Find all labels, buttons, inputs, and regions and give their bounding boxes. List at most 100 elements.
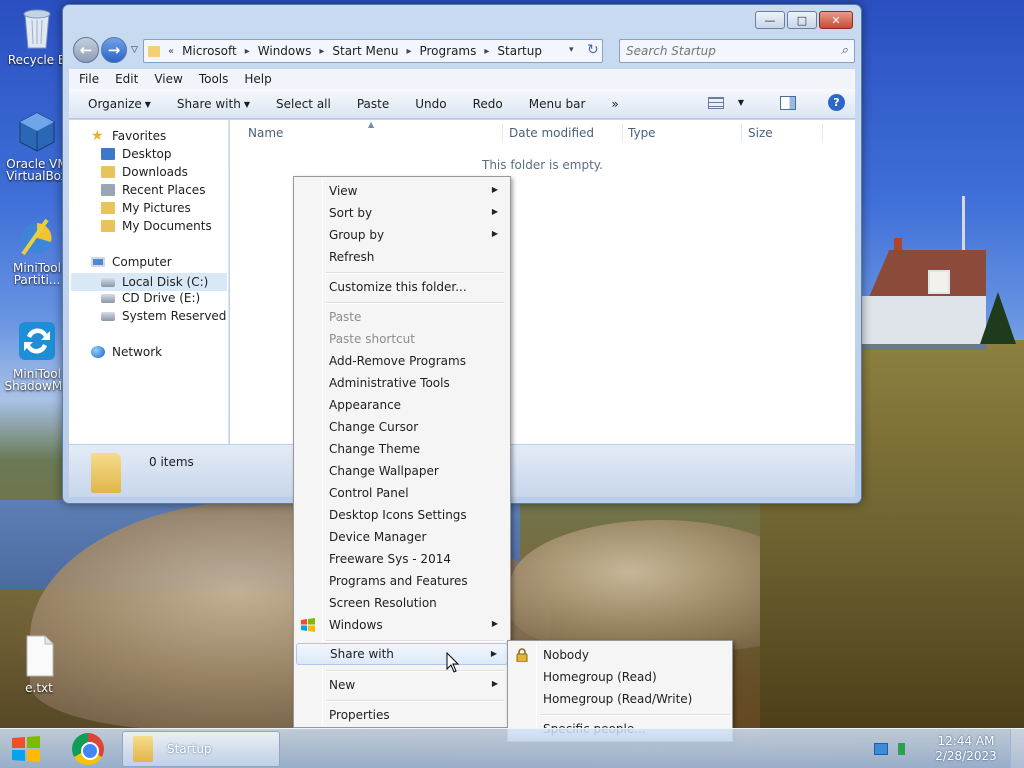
more-commands-button[interactable]: » [598, 97, 631, 111]
refresh-button[interactable]: ↻ [587, 42, 599, 58]
menu-item-sort-by[interactable]: Sort by ▶ [296, 202, 508, 224]
menu-item-customize-folder[interactable]: Customize this folder... [296, 276, 508, 298]
caret-down-icon[interactable]: ▼ [738, 98, 744, 107]
organize-button[interactable]: Organize ▼ [69, 97, 164, 111]
menu-item-control-panel[interactable]: Control Panel [296, 482, 508, 504]
taskbar-clock[interactable]: 12:44 AM 2/28/2023 [930, 734, 1002, 764]
minitool-partition-icon [21, 218, 52, 256]
share-homegroup-read[interactable]: Homegroup (Read) [510, 666, 730, 688]
breadcrumb-microsoft[interactable]: Microsoft [182, 44, 237, 58]
menu-item-share-with[interactable]: Share with ▶ [296, 643, 508, 665]
menu-help[interactable]: Help [244, 72, 271, 86]
nav-desktop[interactable]: Desktop [101, 147, 172, 161]
menu-item-programs-and-features[interactable]: Programs and Features [296, 570, 508, 592]
nav-local-disk[interactable]: Local Disk (C:) [71, 273, 227, 291]
column-divider[interactable] [622, 124, 623, 142]
column-header-name[interactable]: Name [248, 126, 283, 140]
share-homegroup-read-write[interactable]: Homegroup (Read/Write) [510, 688, 730, 710]
chevron-right-icon[interactable]: ▸ [484, 46, 489, 57]
column-divider[interactable] [502, 124, 503, 142]
share-nobody[interactable]: Nobody [510, 644, 730, 666]
redo-button[interactable]: Redo [460, 97, 516, 111]
nav-favorites[interactable]: ★ Favorites [91, 129, 166, 143]
close-button[interactable]: ✕ [819, 11, 853, 29]
menu-item-properties[interactable]: Properties [296, 704, 508, 726]
minimize-button[interactable]: — [755, 11, 785, 29]
volume-icon[interactable] [898, 743, 912, 755]
menu-item-change-cursor[interactable]: Change Cursor [296, 416, 508, 438]
address-overflow[interactable]: « [168, 46, 174, 57]
sort-ascending-icon: ▲ [368, 120, 375, 129]
text-file-icon [26, 635, 54, 677]
menu-item-add-remove-programs[interactable]: Add-Remove Programs [296, 350, 508, 372]
nav-system-reserved[interactable]: System Reserved ( [101, 309, 235, 323]
column-header-size[interactable]: Size [748, 126, 773, 140]
nav-my-pictures[interactable]: My Pictures [101, 201, 191, 215]
column-header-type[interactable]: Type [628, 126, 656, 140]
nav-recent-places-label: Recent Places [122, 183, 206, 197]
menu-view[interactable]: View [154, 72, 182, 86]
nav-system-reserved-label: System Reserved ( [122, 309, 235, 323]
menu-item-refresh[interactable]: Refresh [296, 246, 508, 268]
menu-edit[interactable]: Edit [115, 72, 138, 86]
help-icon[interactable]: ? [828, 94, 845, 111]
show-desktop-button[interactable] [1010, 729, 1024, 768]
menu-item-desktop-icons-settings[interactable]: Desktop Icons Settings [296, 504, 508, 526]
menu-item-label: Programs and Features [329, 574, 468, 588]
column-divider[interactable] [741, 124, 742, 142]
start-button[interactable] [10, 734, 42, 764]
column-divider[interactable] [822, 124, 823, 142]
menu-item-label: Change Wallpaper [329, 464, 439, 478]
column-header-date-modified[interactable]: Date modified [509, 126, 594, 140]
address-history-dropdown[interactable]: ▾ [569, 45, 574, 55]
menu-bar-button[interactable]: Menu bar [516, 97, 599, 111]
menu-item-group-by[interactable]: Group by ▶ [296, 224, 508, 246]
network-status-icon[interactable] [874, 743, 888, 755]
preview-pane-icon[interactable] [780, 95, 796, 110]
menu-item-view[interactable]: View ▶ [296, 180, 508, 202]
menu-file[interactable]: File [79, 72, 99, 86]
menu-item-administrative-tools[interactable]: Administrative Tools [296, 372, 508, 394]
breadcrumb-start-menu[interactable]: Start Menu [332, 44, 398, 58]
menu-item-change-theme[interactable]: Change Theme [296, 438, 508, 460]
chevron-right-icon[interactable]: ▸ [245, 46, 250, 57]
recent-pages-dropdown[interactable]: ▽ [131, 45, 138, 55]
menu-item-new[interactable]: New ▶ [296, 674, 508, 696]
select-all-button[interactable]: Select all [263, 97, 344, 111]
maximize-button[interactable]: □ [787, 11, 817, 29]
chevron-right-icon[interactable]: ▸ [406, 46, 411, 57]
nav-cd-drive[interactable]: CD Drive (E:) [101, 291, 200, 305]
menu-item-screen-resolution[interactable]: Screen Resolution [296, 592, 508, 614]
undo-button[interactable]: Undo [402, 97, 459, 111]
menu-item-label: Add-Remove Programs [329, 354, 466, 368]
nav-network[interactable]: Network [91, 345, 162, 359]
nav-recent-places[interactable]: Recent Places [101, 183, 205, 197]
menu-item-appearance[interactable]: Appearance [296, 394, 508, 416]
breadcrumb-startup[interactable]: Startup [497, 44, 542, 58]
search-input[interactable] [626, 44, 816, 58]
nav-computer[interactable]: Computer [91, 255, 172, 269]
menu-item-change-wallpaper[interactable]: Change Wallpaper [296, 460, 508, 482]
search-icon[interactable]: ⌕ [841, 43, 848, 58]
nav-my-documents[interactable]: My Documents [101, 219, 212, 233]
change-view-icon[interactable] [707, 96, 724, 109]
breadcrumb-programs[interactable]: Programs [419, 44, 476, 58]
share-with-button[interactable]: Share with ▼ [164, 97, 263, 111]
menu-item-label: Homegroup (Read/Write) [543, 692, 693, 706]
back-button[interactable]: ← [73, 37, 99, 63]
paste-button[interactable]: Paste [344, 97, 402, 111]
arrow-right-icon: → [107, 41, 121, 59]
taskbar-button-startup[interactable]: Startup [122, 731, 280, 767]
chrome-icon[interactable] [72, 733, 104, 765]
menu-item-device-manager[interactable]: Device Manager [296, 526, 508, 548]
chevron-right-icon[interactable]: ▸ [319, 46, 324, 57]
breadcrumb-windows[interactable]: Windows [258, 44, 312, 58]
nav-downloads[interactable]: Downloads [101, 165, 188, 179]
desktop-icon-text-file[interactable]: e.txt [2, 634, 76, 694]
menu-item-windows[interactable]: Windows ▶ [296, 614, 508, 636]
menu-tools[interactable]: Tools [199, 72, 229, 86]
forward-button[interactable]: → [101, 37, 127, 63]
menu-item-freeware-sys[interactable]: Freeware Sys - 2014 [296, 548, 508, 570]
search-box[interactable]: ⌕ [619, 39, 855, 63]
address-bar[interactable]: « Microsoft ▸ Windows ▸ Start Menu ▸ Pro… [143, 39, 603, 63]
